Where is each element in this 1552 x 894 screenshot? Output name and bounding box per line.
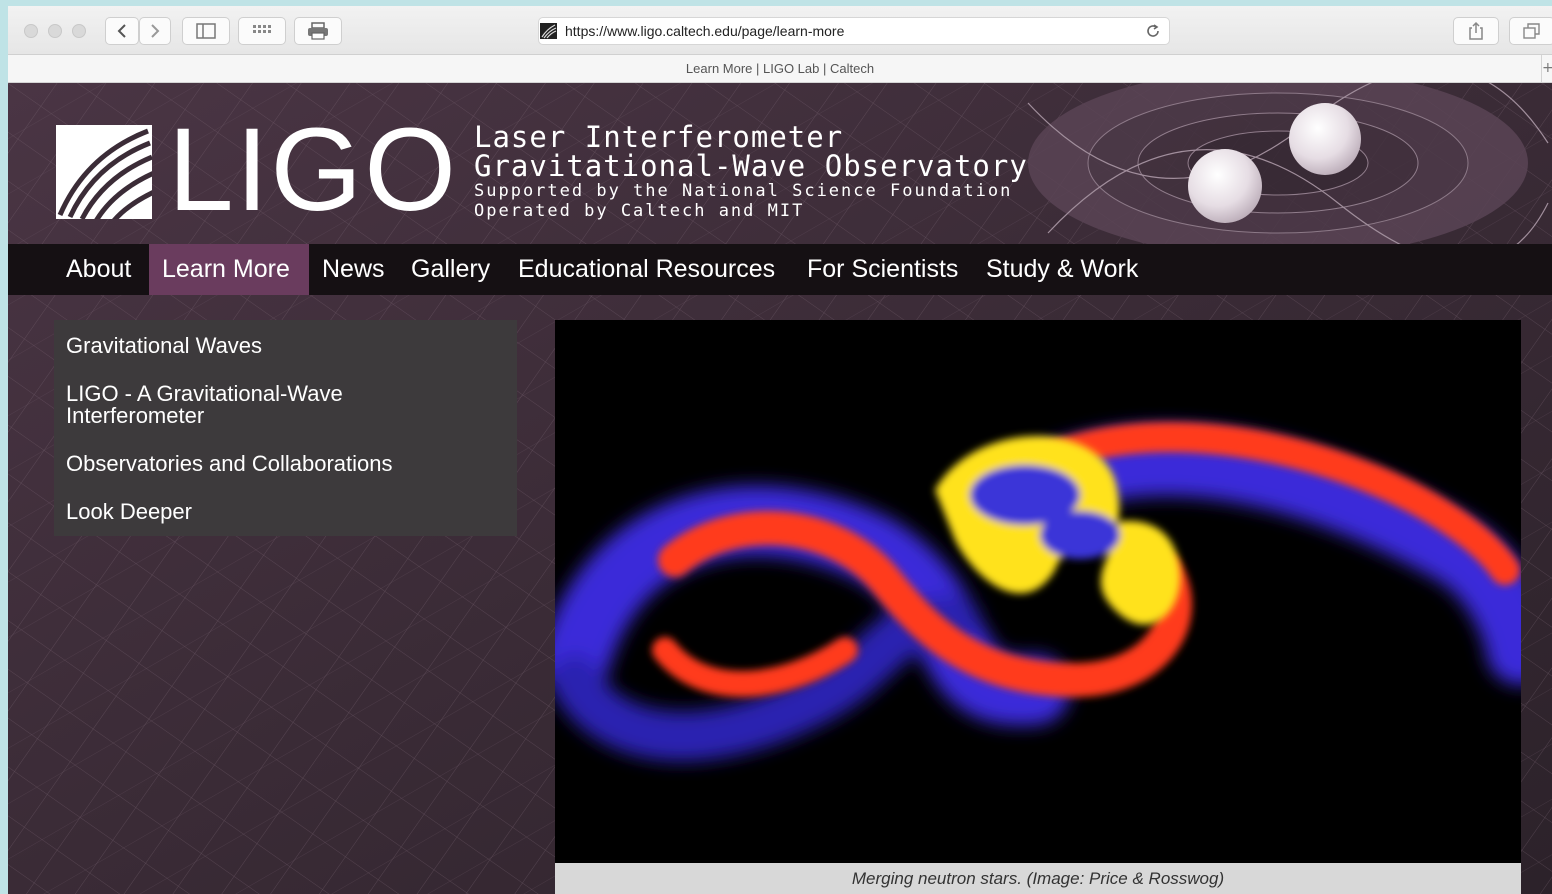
submenu-look-deeper[interactable]: Look Deeper [66,500,192,524]
browser-window: https://www.ligo.caltech.edu/page/learn-… [8,6,1552,894]
orbiting-masses-illustration [1188,103,1361,223]
tagline-line-4: Operated by Caltech and MIT [474,201,805,221]
nav-for-scientists[interactable]: For Scientists [794,244,971,295]
forward-button[interactable] [139,17,171,45]
top-sites-button[interactable] [238,17,286,45]
submenu-gravitational-waves[interactable]: Gravitational Waves [66,334,262,358]
zoom-window-button[interactable] [72,24,86,38]
nav-educational-resources[interactable]: Educational Resources [505,244,788,295]
main-navigation: About Learn More News Gallery Educationa… [8,244,1552,295]
minimize-window-button[interactable] [48,24,62,38]
address-bar[interactable]: https://www.ligo.caltech.edu/page/learn-… [538,17,1170,45]
ligo-logo-icon[interactable] [56,125,152,219]
sidebar-icon [196,23,216,39]
new-tab-button[interactable]: + [1541,55,1552,82]
nav-news[interactable]: News [309,244,398,295]
ligo-favicon-icon [540,23,557,39]
submenu-ligo-interferometer[interactable]: LIGO - A Gravitational-Wave Interferomet… [66,382,343,427]
submenu-ligo-interferometer-line1: LIGO - A Gravitational-Wave [66,381,343,406]
print-icon [308,22,328,40]
url-text: https://www.ligo.caltech.edu/page/learn-… [565,23,845,39]
top-sites-icon [253,25,271,33]
print-button[interactable] [294,17,342,45]
back-button[interactable] [105,17,139,45]
tagline-line-2: Gravitational-Wave Observatory [474,149,1028,183]
featured-figure: Merging neutron stars. (Image: Price & R… [555,320,1521,894]
ligo-wordmark[interactable]: LIGO [168,105,458,235]
sidebar-toggle-button[interactable] [182,17,230,45]
neutron-star-merger-visual [555,320,1521,863]
web-page: LIGO Laser Interferometer Gravitational-… [8,83,1552,894]
nav-about[interactable]: About [53,244,144,295]
submenu-ligo-interferometer-line2: Interferometer [66,403,205,428]
tabs-overview-icon [1523,23,1540,39]
browser-toolbar: https://www.ligo.caltech.edu/page/learn-… [8,6,1552,55]
nav-gallery[interactable]: Gallery [398,244,503,295]
close-window-button[interactable] [24,24,38,38]
tagline-line-3: Supported by the National Science Founda… [474,181,1013,201]
merging-neutron-stars-image [555,320,1521,863]
nav-learn-more[interactable]: Learn More [149,244,309,295]
reload-icon[interactable] [1145,23,1161,39]
nav-study-and-work[interactable]: Study & Work [973,244,1151,295]
tab-bar: Learn More | LIGO Lab | Caltech + [8,55,1552,83]
submenu-observatories-collaborations[interactable]: Observatories and Collaborations [66,452,393,476]
tabs-overview-button[interactable] [1509,17,1552,45]
back-icon [117,24,126,38]
site-header: LIGO Laser Interferometer Gravitational-… [8,83,1552,244]
active-tab-title[interactable]: Learn More | LIGO Lab | Caltech [8,55,1552,82]
figure-caption: Merging neutron stars. (Image: Price & R… [555,863,1521,894]
share-button[interactable] [1453,17,1499,45]
learn-more-submenu: Gravitational Waves LIGO - A Gravitation… [54,320,517,536]
forward-icon [151,24,160,38]
share-icon [1469,21,1483,40]
